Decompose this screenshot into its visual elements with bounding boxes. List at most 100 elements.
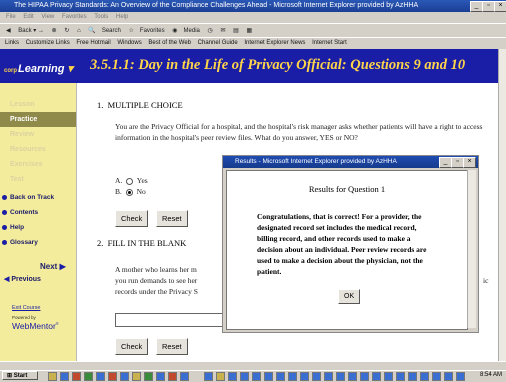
taskbar-window-button[interactable] (276, 372, 285, 381)
dialog-close-button[interactable]: × (463, 157, 476, 168)
bullet-icon (2, 225, 7, 230)
nav-help[interactable]: Help (0, 220, 76, 235)
dialog-line-2: designated record set includes the medic… (257, 223, 417, 232)
taskbar-window-button[interactable] (408, 372, 417, 381)
page-scrollbar[interactable] (498, 49, 506, 361)
taskbar-window-button[interactable] (240, 372, 249, 381)
taskbar-app-icon[interactable] (96, 372, 105, 381)
next-arrow-icon: ▶ (59, 262, 66, 271)
question-2-line-2: you run demands to see her (115, 276, 198, 285)
check-button-q1[interactable]: Check (115, 210, 149, 227)
close-button[interactable]: × (494, 1, 506, 12)
system-clock: 8:54 AM (479, 372, 502, 378)
radio-yes[interactable] (126, 177, 134, 185)
taskbar-window-button[interactable] (348, 372, 357, 381)
nav-lesson: Lesson (10, 101, 35, 108)
link-windows[interactable]: Windows (117, 40, 141, 46)
taskbar-app-icon[interactable] (72, 372, 81, 381)
taskbar-app-icon[interactable] (108, 372, 117, 381)
taskbar-window-button[interactable] (228, 372, 237, 381)
taskbar-app-icon[interactable] (156, 372, 165, 381)
taskbar-app-icon[interactable] (144, 372, 153, 381)
question-1-text: You are the Privacy Official for a hospi… (115, 122, 483, 142)
radio-no[interactable] (125, 188, 133, 196)
nav-contents[interactable]: Contents (0, 205, 76, 220)
link-customize-links[interactable]: Customize Links (26, 40, 70, 46)
dialog-scrollbar[interactable] (467, 170, 476, 328)
link-internet-start[interactable]: Internet Start (312, 40, 347, 46)
taskbar-window-button[interactable] (264, 372, 273, 381)
check-button-q2[interactable]: Check (115, 338, 149, 355)
dialog-line-6: patient. (257, 267, 282, 276)
start-button[interactable]: ⊞ Start (2, 371, 38, 380)
refresh-icon[interactable]: ↻ (64, 28, 69, 34)
taskbar-app-icon[interactable] (60, 372, 69, 381)
taskbar-window-button[interactable] (372, 372, 381, 381)
taskbar-window-button[interactable] (216, 372, 225, 381)
question-2-heading: 2. FILL IN THE BLANK (97, 238, 187, 248)
menu-bar: File Edit View Favorites Tools Help (0, 12, 506, 23)
favorites-button[interactable]: ☆ Favorites (129, 28, 165, 34)
nav-practice[interactable]: Practice (0, 112, 76, 127)
exit-course-link[interactable]: Exit Course (12, 305, 40, 311)
taskbar-window-button[interactable] (432, 372, 441, 381)
next-link[interactable]: Next ▶ (40, 262, 66, 271)
taskbar-window-button[interactable] (396, 372, 405, 381)
link-channel-guide[interactable]: Channel Guide (198, 40, 238, 46)
menu-file[interactable]: File (6, 14, 16, 20)
taskbar-window-button[interactable] (444, 372, 453, 381)
back-button[interactable]: ◀ Back ▾ → (6, 28, 44, 34)
print-icon[interactable]: ▤ (233, 28, 239, 34)
nav-glossary[interactable]: Glossary (0, 235, 76, 250)
taskbar-app-icon[interactable] (180, 372, 189, 381)
previous-link[interactable]: ◀ Previous (4, 275, 41, 283)
menu-edit[interactable]: Edit (23, 14, 33, 20)
menu-favorites[interactable]: Favorites (62, 14, 87, 20)
link-ie-news[interactable]: Internet Explorer News (244, 40, 305, 46)
taskbar-window-button[interactable] (204, 372, 213, 381)
taskbar-window-button[interactable] (312, 372, 321, 381)
taskbar-window-button[interactable] (456, 372, 465, 381)
nav-back-on-track[interactable]: Back on Track (0, 190, 76, 205)
taskbar-window-button[interactable] (336, 372, 345, 381)
history-icon[interactable]: ◷ (208, 28, 213, 34)
edit-icon[interactable]: ▦ (247, 28, 253, 34)
taskbar-window-button[interactable] (288, 372, 297, 381)
taskbar-window-button[interactable] (360, 372, 369, 381)
taskbar-window-button[interactable] (252, 372, 261, 381)
reset-button-q2[interactable]: Reset (156, 338, 188, 355)
standard-toolbar: ◀ Back ▾ → ⊗ ↻ ⌂ 🔍 Search ☆ Favorites ◉ Med… (0, 23, 506, 38)
mail-icon[interactable]: ✉ (220, 28, 225, 34)
reset-button-q1[interactable]: Reset (156, 210, 188, 227)
taskbar-app-icon[interactable] (168, 372, 177, 381)
ok-button[interactable]: OK (338, 289, 361, 304)
option-a[interactable]: A. Yes (115, 175, 148, 186)
taskbar-app-icon[interactable] (84, 372, 93, 381)
taskbar-window-button[interactable] (324, 372, 333, 381)
link-best-of-web[interactable]: Best of the Web (148, 40, 191, 46)
dialog-line-4: decision about an individual. Peer revie… (257, 245, 427, 254)
link-free-hotmail[interactable]: Free Hotmail (76, 40, 110, 46)
browser-title-bar: The HIPAA Privacy Standards: An Overview… (0, 0, 506, 12)
home-icon[interactable]: ⌂ (77, 28, 81, 34)
taskbar-window-button[interactable] (420, 372, 429, 381)
menu-view[interactable]: View (41, 14, 54, 20)
stop-icon[interactable]: ⊗ (52, 28, 57, 34)
taskbar-window-button[interactable] (384, 372, 393, 381)
dialog-line-1: Congratulations, that is correct! For a … (257, 212, 422, 221)
bullet-icon (2, 240, 7, 245)
media-button[interactable]: ◉ Media (172, 28, 200, 34)
answer-input[interactable] (115, 313, 227, 327)
taskbar-app-icon[interactable] (48, 372, 57, 381)
search-button[interactable]: 🔍 Search (88, 28, 121, 34)
dialog-title: Results - Microsoft Internet Explorer pr… (235, 158, 397, 165)
dialog-heading: Results for Question 1 (308, 184, 386, 194)
menu-tools[interactable]: Tools (94, 14, 108, 20)
menu-help[interactable]: Help (116, 14, 128, 20)
taskbar-app-icon[interactable] (132, 372, 141, 381)
taskbar-app-icon[interactable] (120, 372, 129, 381)
webmentor-logo: WebMentor® (12, 321, 59, 331)
taskbar-window-button[interactable] (300, 372, 309, 381)
course-sidebar: Lesson Practice Review Resources Exercis… (0, 83, 77, 361)
option-b[interactable]: B. No (115, 186, 146, 197)
